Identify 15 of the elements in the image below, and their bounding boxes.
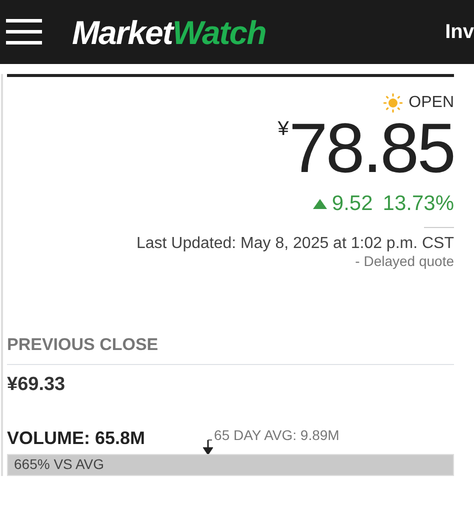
volume-vs-average: 665% VS AVG [14, 456, 104, 473]
menu-icon[interactable] [6, 19, 42, 45]
average-volume-label: 65 DAY AVG: 9.89M [214, 427, 340, 444]
volume-label: VOLUME: 65.8M [7, 427, 146, 450]
previous-close-label: PREVIOUS CLOSE [7, 335, 158, 354]
logo[interactable]: MarketWatch [72, 16, 266, 48]
nav-link[interactable]: Inv [435, 20, 474, 44]
last-updated: Last Updated: May 8, 2025 at 1:02 p.m. CST [136, 235, 454, 252]
marker-arrow-icon [203, 438, 214, 456]
price-change: 9.52 [332, 191, 373, 217]
percent-change: 13.73% [382, 191, 454, 217]
price: ¥78.85 [278, 113, 454, 183]
delay-note: - Delayed quote [355, 253, 454, 270]
market-status: OPEN [408, 93, 454, 113]
previous-close-value: ¥69.33 [7, 374, 66, 396]
